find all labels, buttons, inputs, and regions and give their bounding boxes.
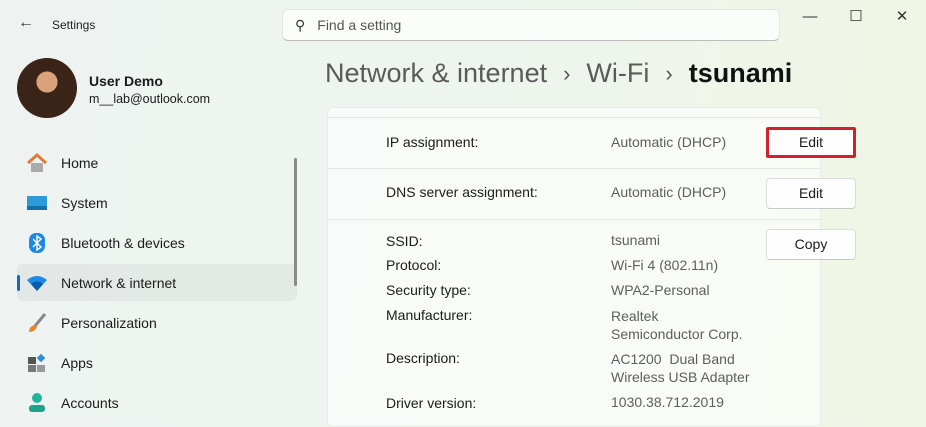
close-button[interactable]: ✕ [882, 4, 922, 30]
sidebar-item-bluetooth[interactable]: Bluetooth & devices [17, 224, 297, 261]
description-value-line2: Wireless USB Adapter [611, 369, 750, 385]
driver-version-value: 1030.38.712.2019 [611, 394, 724, 410]
description-value: AC1200 Dual Band [611, 351, 735, 367]
back-button[interactable]: ← [16, 14, 36, 34]
maximize-button[interactable]: ☐ [836, 4, 876, 30]
accounts-icon [26, 392, 48, 413]
edit-dns-button[interactable]: Edit [766, 178, 856, 209]
search-icon: ⚲ [295, 16, 306, 33]
description-label: Description: [386, 350, 460, 366]
manufacturer-label: Manufacturer: [386, 307, 473, 323]
page-title: tsunami [688, 58, 793, 88]
driver-version-label: Driver version: [386, 395, 477, 411]
avatar[interactable] [17, 58, 77, 118]
selected-indicator [17, 275, 20, 291]
sidebar-item-system[interactable]: System [17, 184, 297, 221]
sidebar-item-personalization[interactable]: Personalization [17, 304, 297, 341]
edit-ip-button[interactable]: Edit [766, 127, 856, 158]
brush-icon [26, 312, 48, 333]
sidebar-item-network[interactable]: Network & internet [17, 264, 297, 301]
manufacturer-value: Realtek [611, 308, 659, 324]
ssid-value: tsunami [611, 232, 661, 248]
dns-assignment-label: DNS server assignment: [386, 184, 538, 200]
apps-icon [26, 353, 48, 373]
bluetooth-icon [26, 232, 48, 253]
wifi-icon [26, 273, 48, 293]
protocol-label: Protocol: [386, 257, 442, 273]
breadcrumb: Network & internet › Wi-Fi › tsunami [325, 58, 792, 89]
breadcrumb-network[interactable]: Network & internet [325, 58, 547, 89]
search-box[interactable]: ⚲ Find a setting [282, 9, 780, 41]
security-type-label: Security type: [386, 282, 471, 298]
security-type-value: WPA2-Personal [611, 282, 710, 298]
chevron-right-icon: › [665, 60, 673, 86]
chevron-right-icon: › [563, 60, 571, 86]
sidebar-item-accounts[interactable]: Accounts [17, 384, 297, 421]
sidebar-item-home[interactable]: Home [17, 144, 297, 181]
protocol-value: Wi-Fi 4 (802.11n) [611, 257, 719, 273]
home-icon [26, 152, 48, 173]
ip-assignment-label: IP assignment: [386, 134, 479, 150]
divider [328, 168, 820, 169]
user-email: m__lab@outlook.com [89, 92, 211, 106]
divider [328, 117, 820, 118]
sidebar-item-apps[interactable]: Apps [17, 344, 297, 381]
divider [328, 219, 820, 220]
search-input[interactable]: Find a setting [317, 17, 401, 33]
ip-assignment-value: Automatic (DHCP) [611, 134, 727, 150]
ssid-label: SSID: [386, 233, 423, 249]
user-name: User Demo [89, 73, 163, 89]
minimize-button[interactable]: — [790, 4, 830, 30]
sidebar-scrollbar[interactable] [294, 158, 297, 286]
breadcrumb-wifi[interactable]: Wi-Fi [586, 58, 649, 89]
manufacturer-value-line2: Semiconductor Corp. [611, 326, 743, 342]
app-title: Settings [52, 18, 96, 32]
dns-assignment-value: Automatic (DHCP) [611, 184, 727, 200]
copy-button[interactable]: Copy [766, 229, 856, 260]
system-icon [26, 193, 48, 213]
